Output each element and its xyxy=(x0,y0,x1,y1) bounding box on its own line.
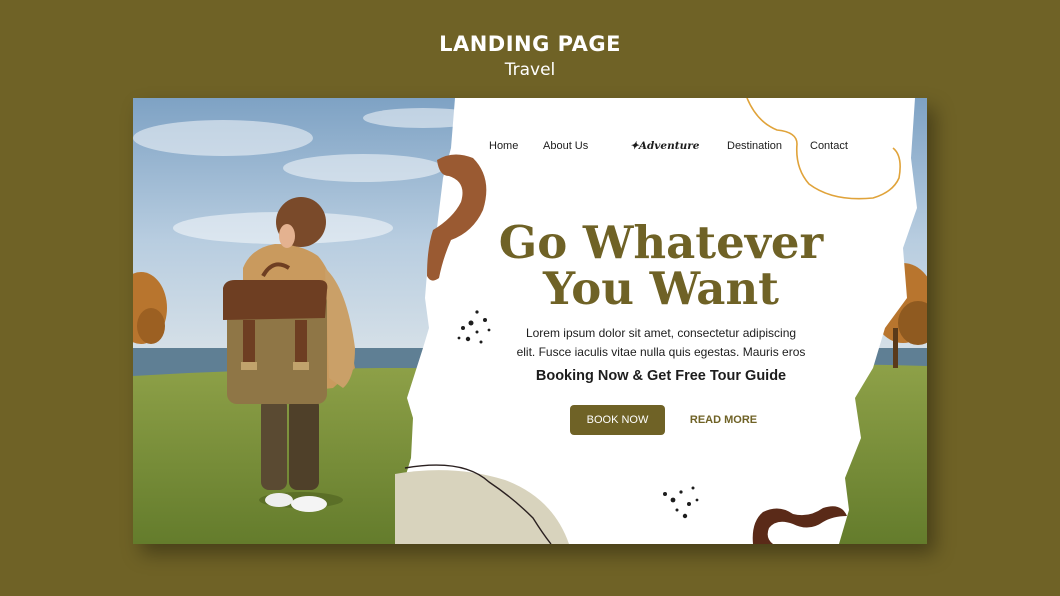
hero-background xyxy=(133,98,927,544)
hero-title-line-1: Go Whatever xyxy=(498,216,824,269)
hero-title: Go Whatever You Want xyxy=(463,220,859,312)
page-subheading: Travel xyxy=(504,60,556,80)
nav-destination[interactable]: Destination xyxy=(727,140,782,156)
logo[interactable]: ✦Adventure xyxy=(630,140,699,152)
hero-description-line-1: Lorem ipsum dolor sit amet, consectetur … xyxy=(525,326,797,340)
booking-headline: Booking Now & Get Free Tour Guide xyxy=(535,368,787,384)
read-more-button[interactable]: READ MORE xyxy=(682,405,765,435)
hero-description: Lorem ipsum dolor sit amet, consectetur … xyxy=(490,324,832,362)
hero-description-line-2: elit. Fusce iaculis vitae nulla quis ege… xyxy=(516,345,806,359)
nav-home[interactable]: Home xyxy=(489,140,518,156)
nav-contact[interactable]: Contact xyxy=(810,140,848,156)
book-now-button[interactable]: BOOK NOW xyxy=(570,405,665,435)
logo-text: Adventure xyxy=(638,140,700,152)
logo-icon: ✦ xyxy=(630,140,639,152)
landing-page-mockup: Home About Us ✦Adventure Destination Con… xyxy=(133,98,927,544)
nav-about-us[interactable]: About Us xyxy=(543,140,588,156)
page-heading: LANDING PAGE xyxy=(439,32,621,56)
hero-title-line-2: You Want xyxy=(543,262,779,315)
